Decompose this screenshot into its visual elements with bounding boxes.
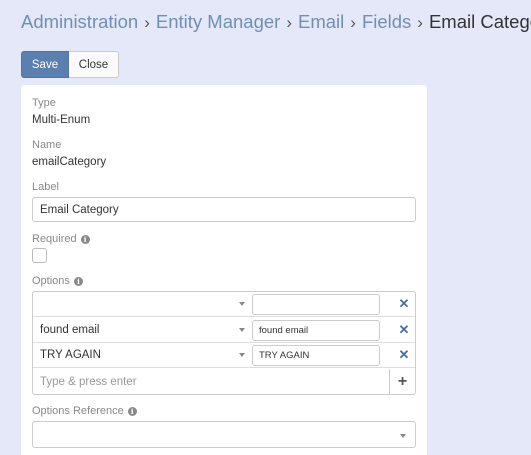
breadcrumb-current: Email Category (428, 11, 531, 32)
option-row: found email found email ✕ (33, 318, 415, 343)
option-row: ✕ (33, 292, 415, 317)
option-row: TRY AGAIN TRY AGAIN ✕ (33, 343, 415, 368)
breadcrumb-separator: › (350, 13, 356, 32)
action-buttons: Save Close (21, 51, 119, 78)
breadcrumb-administration[interactable]: Administration (21, 11, 138, 32)
options-reference-select[interactable] (32, 421, 416, 448)
caret-down-icon (239, 353, 245, 357)
breadcrumb-separator: › (417, 13, 423, 32)
breadcrumb-fields[interactable]: Fields (362, 11, 411, 32)
required-label-text: Required (32, 233, 77, 245)
save-button[interactable]: Save (21, 51, 69, 78)
required-checkbox[interactable] (32, 248, 47, 263)
name-value: emailCategory (32, 156, 107, 168)
type-label: Type (32, 97, 56, 109)
option-translation-input[interactable] (252, 294, 380, 315)
caret-down-icon (239, 328, 245, 332)
breadcrumb-entity-manager[interactable]: Entity Manager (156, 11, 280, 32)
option-translation-input[interactable]: found email (252, 320, 380, 341)
option-value: TRY AGAIN (40, 349, 101, 361)
add-option-input[interactable]: Type & press enter (33, 369, 389, 394)
add-option-row: Type & press enter + (33, 369, 415, 394)
close-icon[interactable]: ✕ (397, 296, 411, 312)
close-icon[interactable]: ✕ (397, 347, 411, 363)
info-icon[interactable]: i (80, 234, 90, 244)
option-value: found email (40, 324, 100, 336)
plus-icon[interactable]: + (389, 369, 415, 394)
options-label: Options i (32, 275, 83, 287)
required-label: Required i (32, 233, 90, 245)
field-edit-panel: Type Multi-Enum Name emailCategory Label… (21, 85, 427, 455)
option-value-select[interactable] (33, 292, 251, 316)
close-icon[interactable]: ✕ (397, 322, 411, 338)
info-icon[interactable]: i (127, 406, 137, 416)
option-value-select[interactable]: TRY AGAIN (33, 343, 251, 367)
breadcrumb: Administration › Entity Manager › Email › Fiel… (21, 10, 531, 35)
options-reference-label: Options Reference i (32, 405, 137, 417)
options-reference-label-text: Options Reference (32, 405, 124, 417)
options-label-text: Options (32, 275, 70, 287)
option-value-select[interactable]: found email (33, 318, 251, 342)
breadcrumb-separator: › (144, 13, 150, 32)
type-value: Multi-Enum (32, 114, 91, 126)
option-translation-input[interactable]: TRY AGAIN (252, 345, 380, 366)
breadcrumb-separator: › (286, 13, 292, 32)
caret-down-icon (239, 302, 245, 306)
name-label: Name (32, 139, 62, 151)
close-button[interactable]: Close (69, 51, 119, 78)
caret-down-icon (400, 434, 406, 438)
breadcrumb-email[interactable]: Email (298, 11, 344, 32)
options-editor: ✕ found email found email ✕ TRY AGAIN TR… (32, 291, 416, 395)
label-field-label: Label (32, 181, 59, 193)
label-input[interactable]: Email Category (32, 197, 416, 222)
info-icon[interactable]: i (73, 276, 83, 286)
